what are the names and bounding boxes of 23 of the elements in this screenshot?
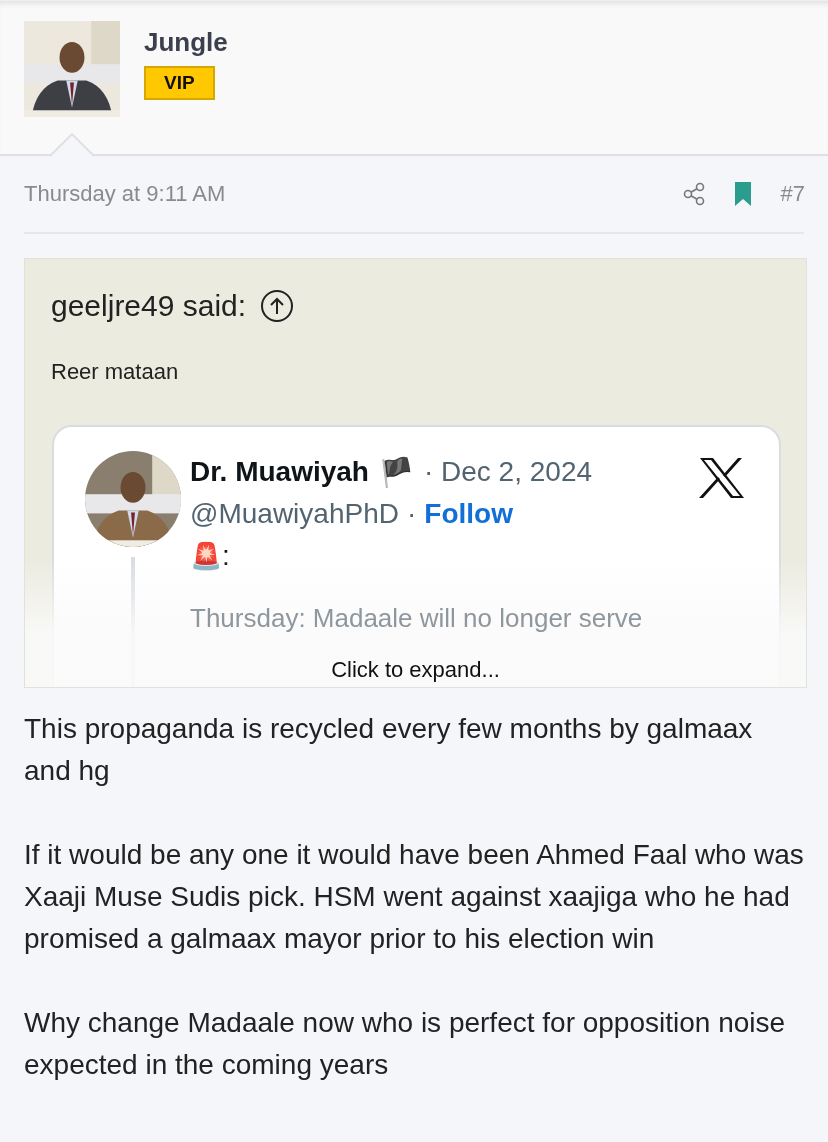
post-paragraph: Why change Madaale now who is perfect for opposition noise expected in the coming years xyxy=(24,1006,787,1082)
tweet-handle[interactable]: @MuawiyahPhD xyxy=(190,498,399,530)
post-paragraph: This propaganda is recycled every few months by galmaax and hg xyxy=(24,712,754,788)
flag-icon: 🏴 xyxy=(378,455,414,489)
bookmark-icon[interactable] xyxy=(732,181,753,207)
follow-link[interactable]: Follow xyxy=(424,498,513,530)
post-time[interactable]: Thursday at 9:11 AM xyxy=(24,181,226,207)
siren-icon: 🚨 xyxy=(190,540,222,572)
tweet-date[interactable]: · Dec 2, 2024 xyxy=(423,456,593,488)
username[interactable]: Jungle xyxy=(144,27,228,58)
arrow-up-icon[interactable] xyxy=(260,289,295,323)
colon: : xyxy=(222,540,230,572)
share-icon[interactable] xyxy=(682,182,705,206)
separator-dot: · xyxy=(406,498,417,530)
post-number[interactable]: #7 xyxy=(780,181,805,207)
post-paragraph: If it would be any one it would have been Ahmed Faal who was Xaaji Muse Sudis pick. HSM went against xaajiga who he had promised a galmaax mayor prior to his election win xyxy=(24,838,804,956)
expand-link[interactable]: Click to expand... xyxy=(331,657,500,683)
vip-badge: VIP xyxy=(144,66,215,100)
x-logo-icon[interactable] xyxy=(699,457,745,499)
tweet-author[interactable]: Dr. Muawiyah xyxy=(190,456,369,488)
tweet-text: Thursday: Madaale will no longer serve xyxy=(190,603,643,634)
quote-author[interactable]: geeljre49 said: xyxy=(51,289,247,323)
quote-text: Reer mataan xyxy=(50,358,180,385)
